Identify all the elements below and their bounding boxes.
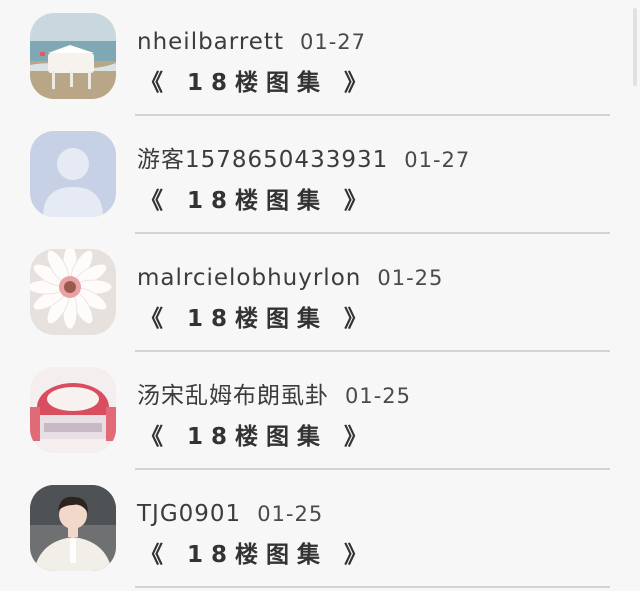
gallery-link[interactable]: 《 18楼图集 》 [140,300,375,338]
comment-date: 01-25 [257,502,324,526]
comment-date: 01-25 [345,384,412,408]
scrollbar[interactable] [633,8,637,86]
comment-list: nheilbarrett 01-27 《 18楼图集 》 游客1578650433… [0,0,640,591]
username[interactable]: malrcielobhuyrlon [137,265,361,291]
divider [135,232,610,234]
username[interactable]: nheilbarrett [137,29,284,55]
comment-meta: nheilbarrett 01-27 [137,25,366,59]
divider [135,586,610,588]
comment-item: malrcielobhuyrlon 01-25 《 18楼图集 》 [0,236,640,354]
user-avatar[interactable] [30,131,116,217]
comment-meta: TJG0901 01-25 [137,497,323,531]
gallery-link[interactable]: 《 18楼图集 》 [140,64,375,102]
piano-on-beach-icon [30,13,116,99]
gallery-link[interactable]: 《 18楼图集 》 [140,182,375,220]
divider [135,350,610,352]
comment-item: 游客1578650433931 01-27 《 18楼图集 》 [0,118,640,236]
cake-icon [30,367,116,453]
flower-icon [30,249,116,335]
divider [135,114,610,116]
comment-date: 01-27 [299,30,366,54]
user-avatar[interactable] [30,13,116,99]
username[interactable]: 汤宋乱姆布朗虱卦 [137,383,329,409]
gallery-link[interactable]: 《 18楼图集 》 [140,418,375,456]
divider [135,468,610,470]
username[interactable]: TJG0901 [137,501,241,527]
comment-date: 01-25 [377,266,444,290]
user-avatar[interactable] [30,367,116,453]
user-avatar[interactable] [30,249,116,335]
comment-item: nheilbarrett 01-27 《 18楼图集 》 [0,0,640,118]
comment-date: 01-27 [404,148,471,172]
username[interactable]: 游客1578650433931 [137,147,388,173]
person-photo-icon [30,485,116,571]
comment-meta: malrcielobhuyrlon 01-25 [137,261,443,295]
gallery-link[interactable]: 《 18楼图集 》 [140,536,375,574]
comment-item: 汤宋乱姆布朗虱卦 01-25 《 18楼图集 》 [0,354,640,472]
default-user-icon [30,131,116,217]
comment-meta: 汤宋乱姆布朗虱卦 01-25 [137,379,411,413]
user-avatar[interactable] [30,485,116,571]
comment-meta: 游客1578650433931 01-27 [137,143,470,177]
comment-item: TJG0901 01-25 《 18楼图集 》 [0,472,640,590]
